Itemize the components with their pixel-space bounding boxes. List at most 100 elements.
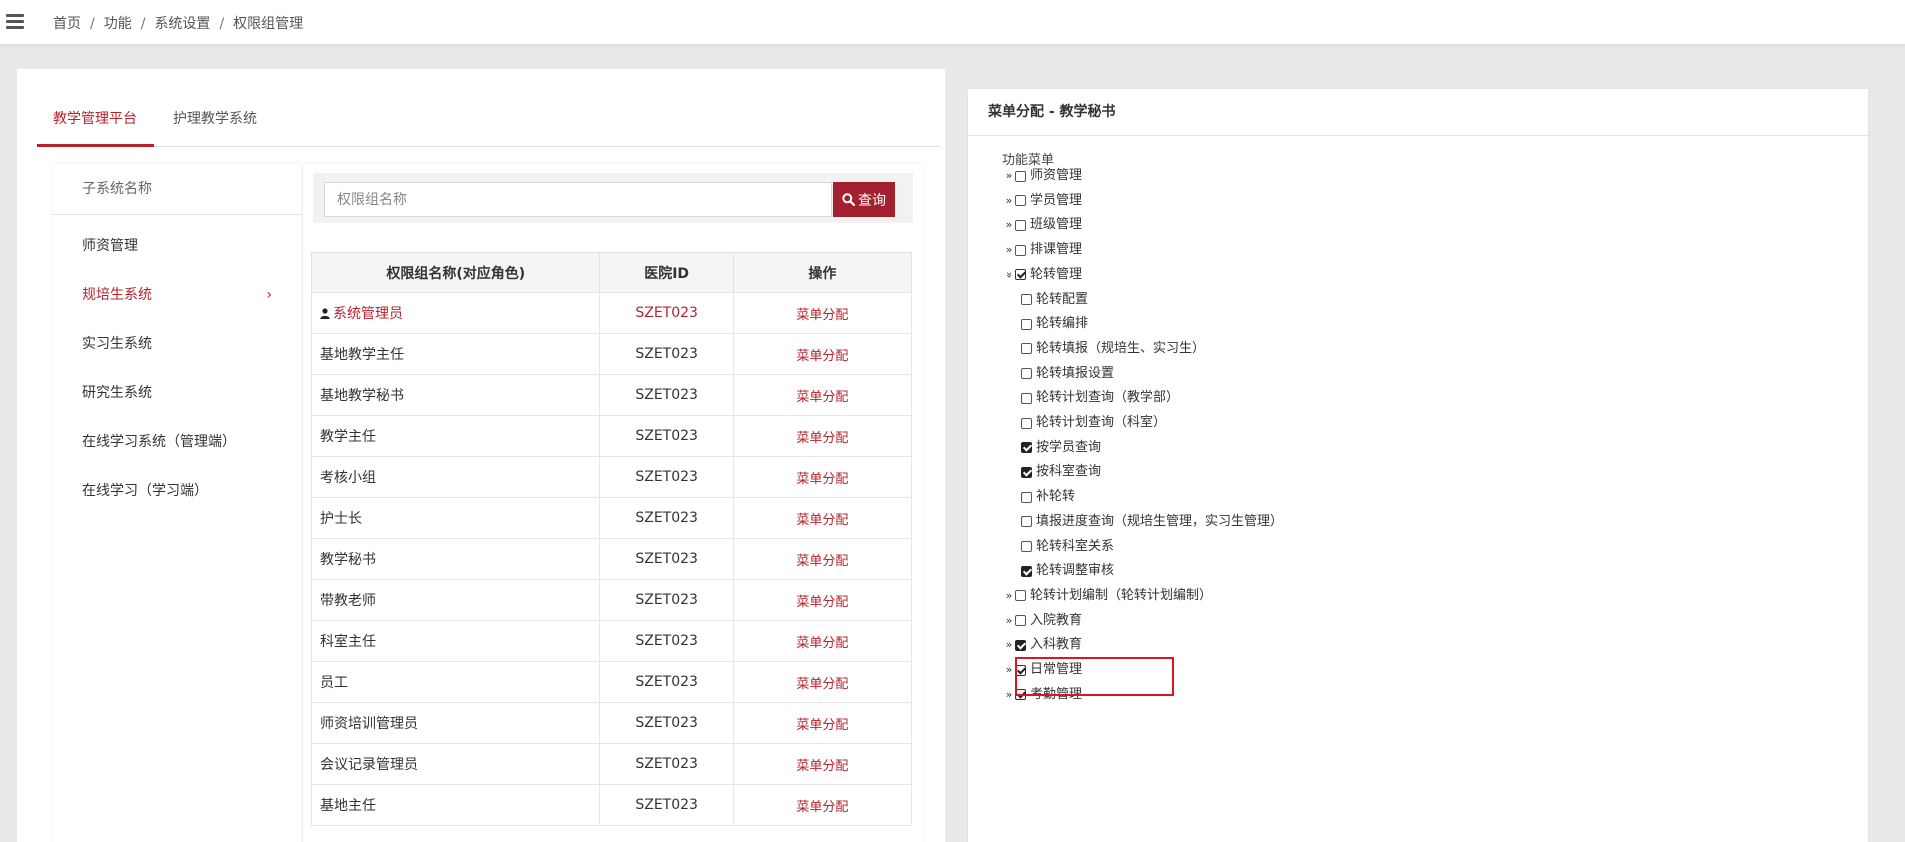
hospital-id-cell: SZET023 (599, 743, 734, 785)
expand-icon[interactable]: » (1003, 213, 1015, 237)
column-header-action: 操作 (732, 252, 913, 293)
menu-assign-link[interactable]: 菜单分配 (796, 349, 848, 364)
menu-tree-node[interactable]: » 班级管理 (1003, 213, 1082, 237)
checkbox[interactable] (1021, 294, 1032, 305)
menu-tree-leaf[interactable]: 轮转填报设置 (1021, 362, 1114, 386)
role-name-cell: 基地教学秘书 (310, 374, 601, 416)
expand-icon[interactable]: » (1003, 683, 1015, 707)
menu-tree-leaf[interactable]: 按学员查询 (1021, 436, 1101, 460)
role-name-cell: 带教老师 (310, 579, 601, 621)
menu-node-label: 班级管理 (1030, 217, 1083, 233)
hospital-id-cell: SZET023 (599, 620, 734, 662)
menu-node-label: 轮转填报（规培生、实习生） (1036, 340, 1206, 356)
menu-node-label: 轮转计划编制（轮转计划编制） (1030, 587, 1213, 603)
menu-assign-link[interactable]: 菜单分配 (796, 718, 848, 733)
menu-tree-leaf[interactable]: 轮转调整审核 (1021, 559, 1114, 583)
subsystem-header: 子系统名称 (53, 164, 302, 215)
checkbox[interactable] (1021, 541, 1032, 552)
checkbox[interactable] (1015, 639, 1026, 651)
tab-nursing-system[interactable]: 护理教学系统 (173, 103, 257, 147)
tab-teaching-platform[interactable]: 教学管理平台 (37, 103, 154, 147)
table-row: 基地教学秘书 SZET023 菜单分配 (310, 374, 913, 416)
checkbox[interactable] (1015, 269, 1026, 281)
checkbox[interactable] (1021, 516, 1032, 528)
menu-assign-link[interactable]: 菜单分配 (796, 390, 848, 405)
menu-assign-link[interactable]: 菜单分配 (796, 308, 848, 323)
breadcrumb-system-settings[interactable]: 系统设置 (154, 16, 210, 32)
subsystem-item[interactable]: 实习生系统 (53, 320, 302, 369)
role-name-cell: 考核小组 (310, 456, 601, 498)
checkbox[interactable] (1015, 244, 1026, 256)
menu-tree-leaf[interactable]: 轮转计划查询（教学部） (1021, 386, 1179, 410)
table-row: 会议记录管理员 SZET023 菜单分配 (310, 743, 913, 785)
menu-assign-link[interactable]: 菜单分配 (796, 677, 848, 692)
search-input[interactable] (324, 182, 832, 217)
subsystem-item[interactable]: 在线学习（学习端） (53, 467, 302, 516)
menu-tree-node[interactable]: » 入院教育 (1003, 609, 1082, 633)
checkbox[interactable] (1015, 170, 1026, 182)
menu-tree-node[interactable]: » 入科教育 (1003, 633, 1082, 657)
subsystem-item[interactable]: 研究生系统 (53, 369, 302, 418)
subsystem-item-active[interactable]: 规培生系统 › (53, 271, 302, 320)
breadcrumb-function[interactable]: 功能 (104, 16, 132, 32)
menu-assign-link[interactable]: 菜单分配 (796, 636, 848, 651)
expand-icon[interactable]: » (1003, 609, 1015, 633)
menu-assign-link[interactable]: 菜单分配 (796, 554, 848, 569)
expand-icon[interactable]: » (1003, 633, 1015, 657)
menu-tree-node[interactable]: » 师资管理 (1003, 164, 1082, 188)
action-cell: 菜单分配 (732, 415, 913, 457)
menu-tree-node[interactable]: » 轮转计划编制（轮转计划编制） (1003, 584, 1212, 608)
breadcrumb-current: 权限组管理 (233, 16, 304, 32)
checkbox[interactable] (1021, 392, 1032, 404)
menu-tree-node[interactable]: » 轮转管理 (1003, 263, 1082, 287)
menu-assign-link[interactable]: 菜单分配 (796, 759, 848, 774)
menu-node-label: 入科教育 (1030, 637, 1083, 653)
checkbox[interactable] (1015, 590, 1026, 602)
subsystem-item[interactable]: 在线学习系统（管理端） (53, 418, 302, 467)
permission-group-panel: 查询 权限组名称(对应角色) 医院ID 操作 系统管理员SZET023菜单分配基… (303, 164, 923, 842)
checkbox[interactable] (1021, 466, 1032, 478)
checkbox[interactable] (1021, 368, 1032, 380)
subsystem-item[interactable]: 师资管理 (53, 222, 302, 271)
menu-toggle-icon[interactable] (6, 14, 24, 30)
role-name-cell: 教学主任 (310, 415, 601, 457)
table-row: 员工 SZET023 菜单分配 (310, 661, 913, 703)
search-button[interactable]: 查询 (833, 182, 895, 217)
checkbox[interactable] (1015, 615, 1026, 627)
table-row: 教学主任 SZET023 菜单分配 (310, 415, 913, 457)
checkbox[interactable] (1021, 565, 1032, 577)
menu-tree-leaf[interactable]: 填报进度查询（规培生管理，实习生管理） (1021, 510, 1283, 534)
expand-icon[interactable]: » (1003, 584, 1015, 608)
menu-tree-leaf[interactable]: 补轮转 (1021, 485, 1075, 509)
table-row: 考核小组 SZET023 菜单分配 (310, 456, 913, 498)
action-cell: 菜单分配 (732, 661, 913, 703)
menu-tree-node[interactable]: » 学员管理 (1003, 189, 1082, 213)
checkbox[interactable] (1021, 417, 1032, 429)
checkbox[interactable] (1021, 442, 1032, 454)
menu-tree-leaf[interactable]: 轮转计划查询（科室） (1021, 411, 1166, 435)
menu-tree-leaf[interactable]: 轮转填报（规培生、实习生） (1021, 337, 1205, 361)
checkbox[interactable] (1015, 219, 1026, 231)
checkbox[interactable] (1021, 318, 1032, 330)
expand-icon[interactable]: » (1003, 189, 1015, 213)
menu-assign-link[interactable]: 菜单分配 (796, 472, 848, 487)
menu-tree-leaf[interactable]: 轮转配置 (1021, 288, 1088, 312)
expand-icon[interactable]: » (1003, 164, 1015, 188)
menu-tree-leaf[interactable]: 按科室查询 (1021, 460, 1101, 484)
expand-icon[interactable]: » (1003, 238, 1015, 262)
menu-tree-leaf[interactable]: 轮转编排 (1021, 312, 1088, 336)
menu-assign-link[interactable]: 菜单分配 (796, 513, 848, 528)
menu-tree-leaf[interactable]: 轮转科室关系 (1021, 535, 1114, 559)
checkbox[interactable] (1021, 343, 1032, 355)
expand-icon[interactable]: » (1003, 658, 1015, 682)
highlight-box (1015, 657, 1174, 696)
checkbox[interactable] (1015, 195, 1026, 207)
menu-node-label: 补轮转 (1036, 489, 1076, 505)
menu-tree-node[interactable]: » 排课管理 (1003, 238, 1082, 262)
menu-assign-link[interactable]: 菜单分配 (796, 595, 848, 610)
breadcrumb-home[interactable]: 首页 (53, 16, 81, 32)
checkbox[interactable] (1021, 491, 1032, 503)
action-cell: 菜单分配 (732, 333, 913, 375)
menu-assign-link[interactable]: 菜单分配 (796, 800, 848, 815)
menu-assign-link[interactable]: 菜单分配 (796, 431, 848, 446)
